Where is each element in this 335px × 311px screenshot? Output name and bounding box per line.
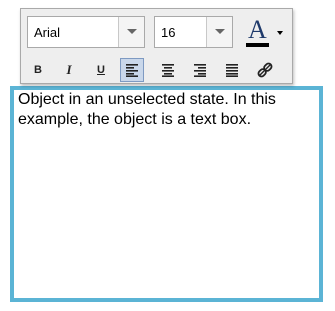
- italic-icon: I: [66, 62, 72, 77]
- align-right-icon: [194, 64, 206, 77]
- align-center-button[interactable]: [156, 58, 180, 82]
- underline-icon: U: [97, 64, 105, 76]
- link-button[interactable]: [253, 58, 277, 82]
- font-size-select[interactable]: 16: [154, 16, 233, 48]
- formatting-toolbar: Arial 16 A B I U: [20, 8, 293, 84]
- font-family-value: Arial: [34, 25, 61, 40]
- font-family-dropdown-button[interactable]: [118, 17, 144, 47]
- align-left-icon: [126, 64, 138, 77]
- underline-button[interactable]: U: [89, 58, 113, 82]
- align-justify-button[interactable]: [220, 58, 244, 82]
- chevron-down-icon[interactable]: [277, 31, 283, 35]
- align-right-button[interactable]: [188, 58, 212, 82]
- link-icon: [257, 62, 273, 78]
- font-color-button[interactable]: A: [243, 14, 287, 50]
- text-box-content[interactable]: Object in an unselected state. In this e…: [18, 90, 318, 130]
- align-left-button[interactable]: [120, 58, 144, 82]
- font-size-dropdown-button[interactable]: [206, 17, 232, 47]
- bold-button[interactable]: B: [26, 58, 50, 82]
- bold-icon: B: [34, 64, 42, 76]
- font-family-select[interactable]: Arial: [27, 16, 145, 48]
- italic-button[interactable]: I: [57, 58, 81, 82]
- font-color-icon: A: [248, 15, 267, 44]
- align-justify-icon: [226, 64, 238, 77]
- font-size-value: 16: [161, 25, 176, 40]
- align-center-icon: [162, 64, 174, 77]
- font-color-swatch: [246, 43, 269, 47]
